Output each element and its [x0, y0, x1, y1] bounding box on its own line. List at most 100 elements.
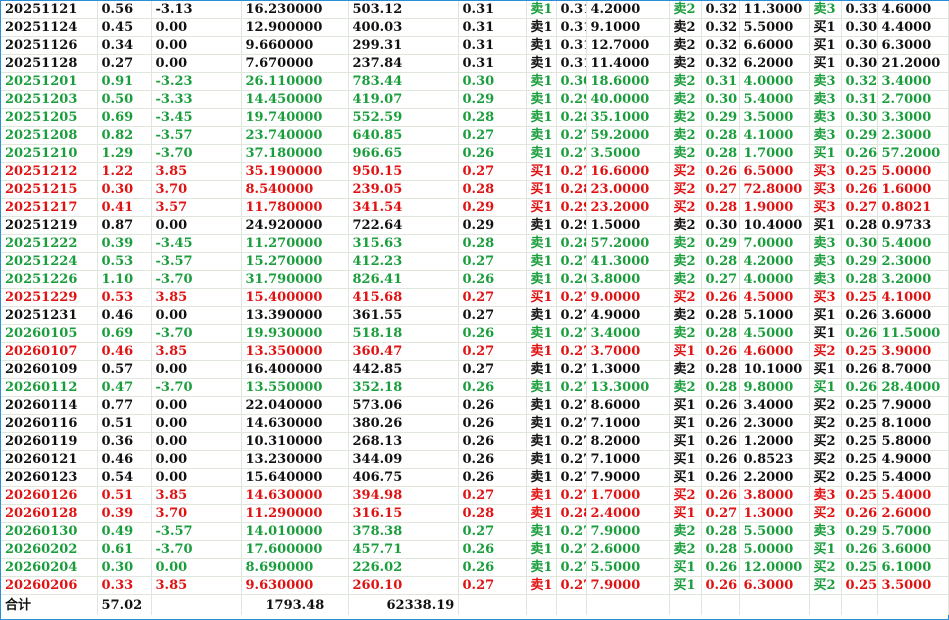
cell-q1[interactable]: 7.1000	[586, 414, 670, 433]
cell-p2[interactable]: 0.27	[701, 270, 740, 289]
cell-date[interactable]: 20251222	[1, 234, 98, 253]
cell-p3[interactable]: 0.26	[841, 504, 878, 523]
cell-vol[interactable]: 0.82	[97, 126, 152, 145]
cell-tag3[interactable]: 买2	[809, 450, 842, 469]
cell-q2[interactable]: 10.1000	[739, 360, 810, 379]
cell-amt[interactable]: 16.400000	[241, 360, 349, 379]
cell-tag3[interactable]: 买3	[809, 198, 842, 217]
cell-tag1[interactable]: 卖1	[526, 576, 557, 595]
cell-q2[interactable]: 0.8523	[739, 450, 810, 469]
cell-val[interactable]: 341.54	[348, 198, 459, 217]
cell-chg[interactable]: 0.00	[151, 54, 242, 73]
cell-q3[interactable]: 5.7000	[877, 522, 949, 541]
cell-p1[interactable]: 0.26	[556, 270, 587, 289]
cell-p2[interactable]: 0.31	[701, 72, 740, 91]
cell-chg[interactable]: -3.57	[151, 252, 242, 271]
cell-p1[interactable]: 0.27	[556, 144, 587, 163]
cell-price[interactable]: 0.27	[458, 522, 527, 541]
cell-date[interactable]: 20251215	[1, 180, 98, 199]
cell-q1[interactable]: 57.2000	[586, 234, 670, 253]
cell-amt[interactable]: 7.670000	[241, 54, 349, 73]
cell-val[interactable]: 950.15	[348, 162, 459, 181]
cell-tag2[interactable]: 买1	[669, 450, 702, 469]
cell-tag2[interactable]: 卖2	[669, 108, 702, 127]
cell-tag3[interactable]: 卖3	[809, 90, 842, 109]
cell-q1[interactable]: 3.7000	[586, 342, 670, 361]
cell-tag3[interactable]: 买1	[809, 360, 842, 379]
cell-tag2[interactable]: 卖2	[669, 252, 702, 271]
cell-amt[interactable]: 14.630000	[241, 486, 349, 505]
cell-chg[interactable]: 0.00	[151, 36, 242, 55]
total-empty[interactable]	[739, 594, 810, 615]
cell-val[interactable]: 722.64	[348, 216, 459, 235]
cell-price[interactable]: 0.28	[458, 108, 527, 127]
cell-q1[interactable]: 7.1000	[586, 450, 670, 469]
cell-q2[interactable]: 7.0000	[739, 234, 810, 253]
cell-q2[interactable]: 6.2000	[739, 54, 810, 73]
cell-q2[interactable]: 2.3000	[739, 414, 810, 433]
cell-date[interactable]: 20260109	[1, 360, 98, 379]
cell-val[interactable]: 239.05	[348, 180, 459, 199]
cell-chg[interactable]: 3.85	[151, 486, 242, 505]
cell-val[interactable]: 380.26	[348, 414, 459, 433]
cell-val[interactable]: 826.41	[348, 270, 459, 289]
cell-tag3[interactable]: 买1	[809, 144, 842, 163]
cell-val[interactable]: 966.65	[348, 144, 459, 163]
cell-val[interactable]: 415.68	[348, 288, 459, 307]
cell-chg[interactable]: 3.70	[151, 504, 242, 523]
cell-p2[interactable]: 0.26	[701, 396, 740, 415]
cell-p2[interactable]: 0.26	[701, 342, 740, 361]
cell-vol[interactable]: 0.39	[97, 234, 152, 253]
cell-tag3[interactable]: 买2	[809, 342, 842, 361]
cell-vol[interactable]: 0.46	[97, 450, 152, 469]
cell-tag2[interactable]: 卖2	[669, 72, 702, 91]
cell-chg[interactable]: -3.70	[151, 540, 242, 559]
cell-q3[interactable]: 5.0000	[877, 162, 949, 181]
cell-val[interactable]: 226.02	[348, 558, 459, 577]
cell-q1[interactable]: 11.4000	[586, 54, 670, 73]
cell-q3[interactable]: 5.4000	[877, 468, 949, 487]
cell-price[interactable]: 0.26	[458, 432, 527, 451]
cell-tag1[interactable]: 卖1	[526, 72, 557, 91]
cell-chg[interactable]: -3.23	[151, 72, 242, 91]
cell-q1[interactable]: 5.5000	[586, 558, 670, 577]
cell-p3[interactable]: 0.32	[841, 72, 878, 91]
cell-q2[interactable]: 4.0000	[739, 270, 810, 289]
cell-val[interactable]: 361.55	[348, 306, 459, 325]
cell-q1[interactable]: 23.2000	[586, 198, 670, 217]
cell-date[interactable]: 20251229	[1, 288, 98, 307]
cell-vol[interactable]: 0.51	[97, 414, 152, 433]
cell-q3[interactable]: 2.3000	[877, 126, 949, 145]
cell-date[interactable]: 20251219	[1, 216, 98, 235]
cell-vol[interactable]: 0.56	[97, 1, 152, 19]
cell-tag2[interactable]: 卖2	[669, 360, 702, 379]
cell-price[interactable]: 0.28	[458, 504, 527, 523]
cell-q2[interactable]: 1.7000	[739, 144, 810, 163]
cell-q3[interactable]: 3.6000	[877, 306, 949, 325]
cell-p1[interactable]: 0.29	[556, 198, 587, 217]
cell-chg[interactable]: -3.70	[151, 270, 242, 289]
cell-tag3[interactable]: 买1	[809, 306, 842, 325]
cell-val[interactable]: 412.23	[348, 252, 459, 271]
cell-p1[interactable]: 0.30	[556, 72, 587, 91]
cell-price[interactable]: 0.31	[458, 54, 527, 73]
cell-price[interactable]: 0.26	[458, 414, 527, 433]
cell-price[interactable]: 0.27	[458, 360, 527, 379]
cell-p1[interactable]: 0.27	[556, 378, 587, 397]
cell-tag1[interactable]: 卖1	[526, 36, 557, 55]
total-empty[interactable]	[877, 594, 949, 615]
cell-q3[interactable]: 5.4000	[877, 486, 949, 505]
cell-val[interactable]: 299.31	[348, 36, 459, 55]
cell-vol[interactable]: 0.69	[97, 108, 152, 127]
cell-p2[interactable]: 0.26	[701, 432, 740, 451]
cell-tag3[interactable]: 买2	[809, 576, 842, 595]
cell-chg[interactable]: 3.70	[151, 180, 242, 199]
cell-amt[interactable]: 14.450000	[241, 90, 349, 109]
cell-date[interactable]: 20260112	[1, 378, 98, 397]
cell-amt[interactable]: 19.930000	[241, 324, 349, 343]
cell-price[interactable]: 0.27	[458, 576, 527, 595]
cell-q2[interactable]: 6.6000	[739, 36, 810, 55]
cell-p3[interactable]: 0.29	[841, 522, 878, 541]
cell-chg[interactable]: -3.13	[151, 1, 242, 19]
cell-q1[interactable]: 8.2000	[586, 432, 670, 451]
